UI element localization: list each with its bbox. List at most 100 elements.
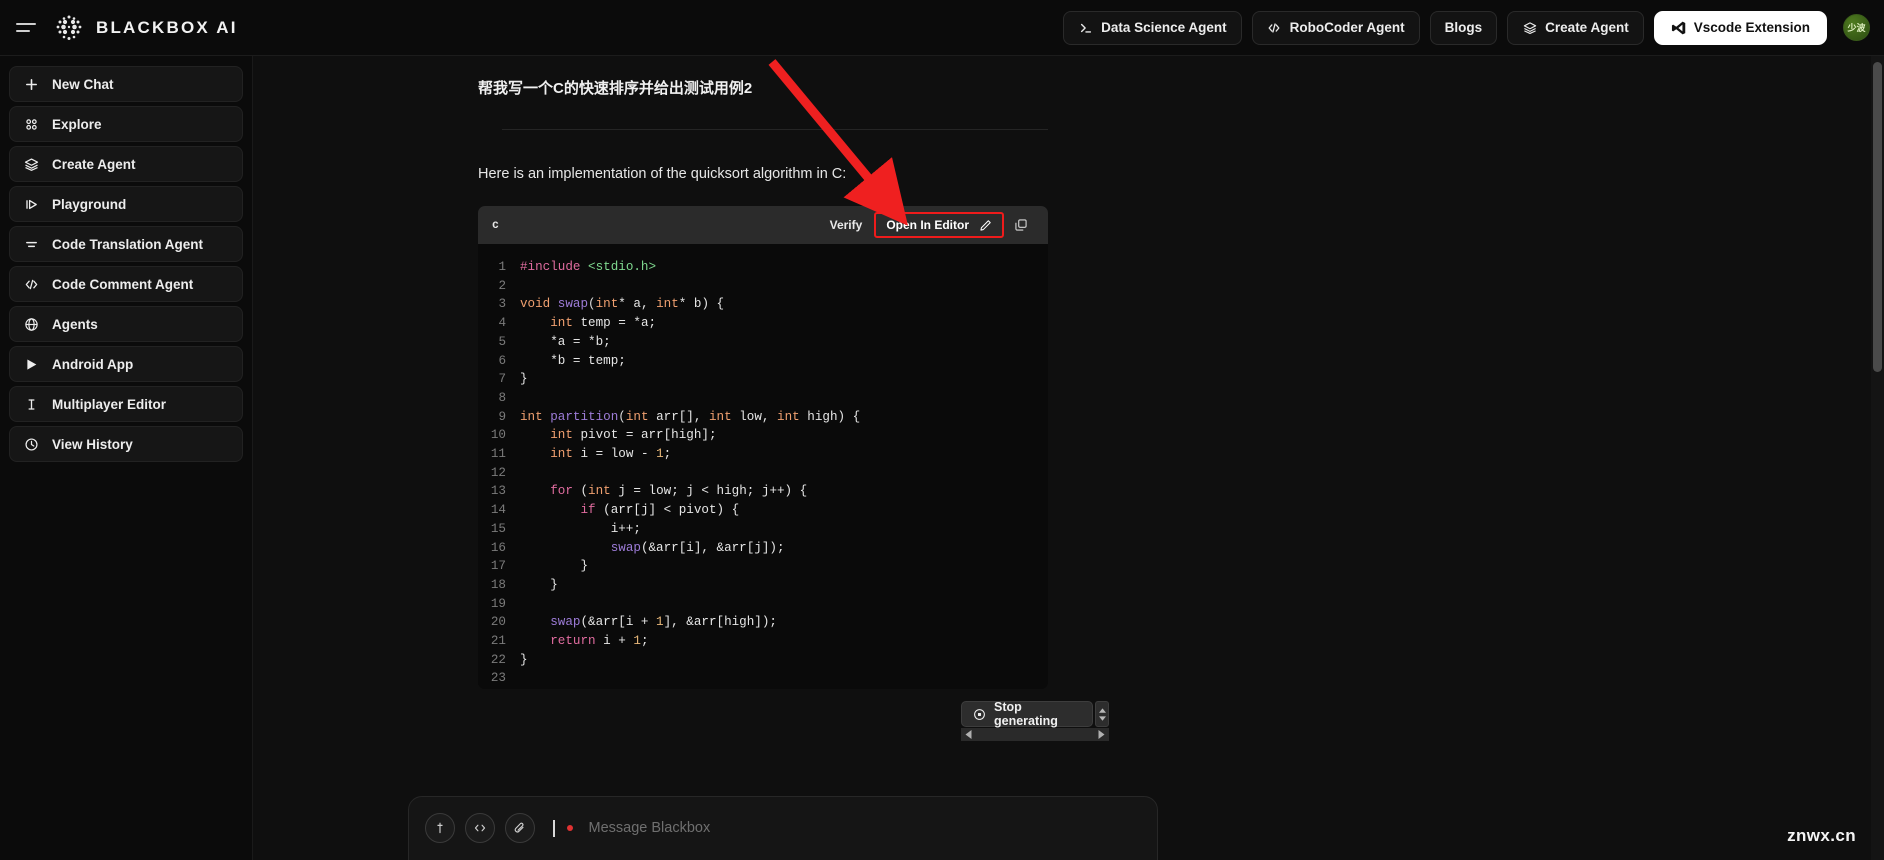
open-in-editor-button[interactable]: Open In Editor	[874, 212, 1004, 238]
recording-indicator-icon	[567, 825, 573, 831]
sidebar-item-label: Multiplayer Editor	[52, 397, 166, 412]
code-language-label: c	[492, 219, 499, 232]
code-line: 8	[478, 389, 1048, 408]
code-line: 16 swap(&arr[i], &arr[j]);	[478, 539, 1048, 558]
paperclip-icon	[513, 821, 527, 835]
sidebar-item-create-agent[interactable]: Create Agent	[9, 146, 243, 182]
terminal-icon	[1078, 20, 1093, 35]
copy-button[interactable]	[1008, 218, 1034, 232]
line-number: 10	[478, 426, 520, 445]
code-line: 17 }	[478, 557, 1048, 576]
sidebar-item-label: Explore	[52, 117, 102, 132]
nav-robocoder-agent[interactable]: RoboCoder Agent	[1252, 11, 1420, 45]
line-number: 18	[478, 576, 520, 595]
play-bar-icon	[23, 196, 39, 212]
sidebar-item-playground[interactable]: Playground	[9, 186, 243, 222]
globe-icon	[23, 316, 39, 332]
brand-logo[interactable]: BLACKBOX AI	[54, 13, 238, 43]
code-line: 23	[478, 669, 1048, 688]
vscode-icon	[1671, 20, 1686, 35]
hamburger-icon[interactable]	[16, 20, 36, 36]
code-block-actions: Verify Open In Editor	[822, 212, 1034, 238]
code-line: 3void swap(int* a, int* b) {	[478, 295, 1048, 314]
code-content[interactable]: 1#include <stdio.h>2 3void swap(int* a, …	[478, 244, 1048, 689]
chevron-down-icon	[1099, 716, 1106, 721]
line-text: }	[520, 651, 528, 670]
plus-icon	[23, 76, 39, 92]
line-number: 7	[478, 370, 520, 389]
sidebar-item-agents[interactable]: Agents	[9, 306, 243, 342]
line-text: *a = *b;	[520, 333, 611, 352]
line-text: i++;	[520, 520, 641, 539]
play-triangle-icon	[23, 356, 39, 372]
sidebar-item-label: Agents	[52, 317, 98, 332]
code-line: 11 int i = low - 1;	[478, 445, 1048, 464]
line-number: 15	[478, 520, 520, 539]
verify-button[interactable]: Verify	[822, 218, 871, 232]
pencil-icon	[979, 219, 992, 232]
sidebar-item-code-comment-agent[interactable]: Code Comment Agent	[9, 266, 243, 302]
sidebar-item-label: Playground	[52, 197, 126, 212]
line-text: swap(&arr[i + 1], &arr[high]);	[520, 613, 777, 632]
sidebar-item-android-app[interactable]: Android App	[9, 346, 243, 382]
code-snippet-button[interactable]	[465, 813, 495, 843]
sidebar-item-label: View History	[52, 437, 133, 452]
code-block: c Verify Open In Editor	[478, 206, 1048, 689]
horizontal-scrollbar[interactable]	[961, 728, 1109, 741]
watermark: znwx.cn	[1787, 826, 1856, 846]
line-number: 22	[478, 651, 520, 670]
line-text	[520, 669, 528, 688]
nav-create-agent[interactable]: Create Agent	[1507, 11, 1644, 45]
header-nav: Data Science Agent RoboCoder Agent Blogs	[1063, 11, 1884, 45]
sidebar-item-label: New Chat	[52, 77, 114, 92]
sidebar-item-label: Code Translation Agent	[52, 237, 203, 252]
line-text: if (arr[j] < pivot) {	[520, 501, 739, 520]
nav-blogs[interactable]: Blogs	[1430, 11, 1498, 45]
app-root: BLACKBOX AI Data Science Agent RoboCoder…	[0, 0, 1884, 860]
line-text: }	[520, 576, 558, 595]
sidebar-item-view-history[interactable]: View History	[9, 426, 243, 462]
stop-generating-label: Stop generating	[994, 700, 1081, 728]
attachment-pin-button[interactable]	[425, 813, 455, 843]
brand-title: BLACKBOX AI	[96, 18, 238, 38]
nav-label: Create Agent	[1545, 20, 1629, 35]
chevron-up-icon	[1099, 708, 1106, 713]
spinner-control[interactable]	[1095, 701, 1109, 727]
line-text: void swap(int* a, int* b) {	[520, 295, 724, 314]
main-content: 帮我写一个C的快速排序并给出测试用例2 Here is an implement…	[253, 56, 1884, 860]
code-line: 1#include <stdio.h>	[478, 258, 1048, 277]
line-text	[520, 595, 528, 614]
stop-generating-button[interactable]: Stop generating	[961, 701, 1093, 727]
message-input[interactable]: Message Blackbox	[589, 820, 711, 836]
sidebar-item-code-translation-agent[interactable]: Code Translation Agent	[9, 226, 243, 262]
code-line: 19	[478, 595, 1048, 614]
lines-icon	[23, 236, 39, 252]
line-number: 3	[478, 295, 520, 314]
sidebar-item-label: Create Agent	[52, 157, 136, 172]
sidebar-item-new-chat[interactable]: New Chat	[9, 66, 243, 102]
code-line: 20 swap(&arr[i + 1], &arr[high]);	[478, 613, 1048, 632]
code-line: 12	[478, 464, 1048, 483]
code-line: 7}	[478, 370, 1048, 389]
line-text: *b = temp;	[520, 352, 626, 371]
sidebar-item-multiplayer-editor[interactable]: Multiplayer Editor	[9, 386, 243, 422]
nav-vscode-extension[interactable]: Vscode Extension	[1654, 11, 1827, 45]
line-text: int partition(int arr[], int low, int hi…	[520, 408, 860, 427]
chevron-left-icon	[965, 730, 972, 739]
nav-data-science-agent[interactable]: Data Science Agent	[1063, 11, 1242, 45]
page-scrollbar-thumb[interactable]	[1873, 62, 1882, 372]
code-line: 21 return i + 1;	[478, 632, 1048, 651]
paperclip-button[interactable]	[505, 813, 535, 843]
line-number: 19	[478, 595, 520, 614]
line-number: 17	[478, 557, 520, 576]
open-in-editor-label: Open In Editor	[886, 218, 969, 232]
top-header: BLACKBOX AI Data Science Agent RoboCoder…	[0, 0, 1884, 56]
line-number: 16	[478, 539, 520, 558]
avatar[interactable]: 少波	[1843, 14, 1870, 41]
line-text: int temp = *a;	[520, 314, 656, 333]
code-brackets-icon	[23, 276, 39, 292]
page-scrollbar-track[interactable]	[1871, 56, 1884, 860]
sidebar-item-explore[interactable]: Explore	[9, 106, 243, 142]
line-number: 21	[478, 632, 520, 651]
line-number: 13	[478, 482, 520, 501]
